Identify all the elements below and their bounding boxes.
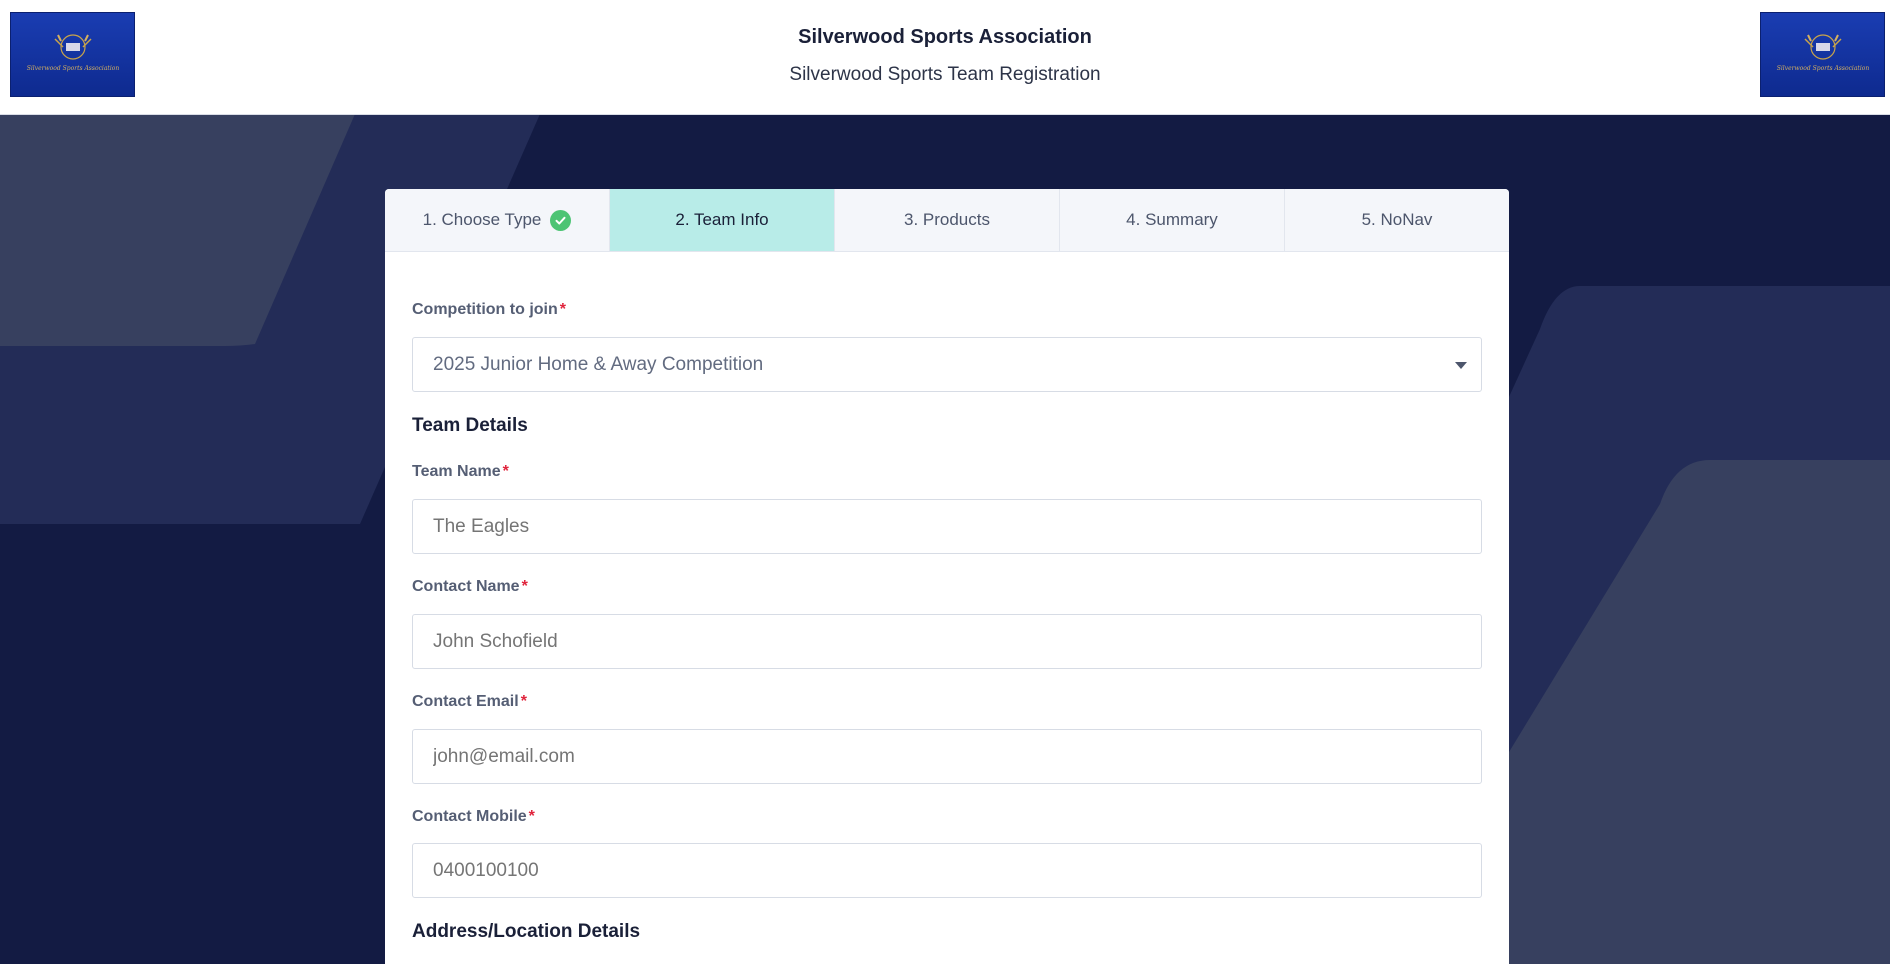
required-marker: * <box>559 301 566 318</box>
required-marker: * <box>528 808 535 825</box>
step-label: 5. NoNav <box>1361 210 1433 229</box>
required-marker: * <box>520 693 527 710</box>
registration-form-card: 1. Choose Type 2. Team Info 3. Products … <box>385 189 1509 964</box>
address-details-heading: Address/Location Details <box>412 921 641 942</box>
organization-name: Silverwood Sports Association <box>798 26 1092 48</box>
step-navigation: 1. Choose Type 2. Team Info 3. Products … <box>385 189 1509 252</box>
association-logo-right[interactable]: Silverwood Sports Association <box>1760 12 1885 97</box>
team-name-input[interactable] <box>412 499 1482 554</box>
contact-email-input[interactable] <box>412 729 1482 784</box>
step-label: 4. Summary <box>1126 210 1218 229</box>
competition-selected-value: 2025 Junior Home & Away Competition <box>433 354 764 375</box>
contact-email-label: Contact Email * <box>412 693 527 711</box>
contact-mobile-label-text: Contact Mobile <box>412 808 527 825</box>
contact-mobile-input[interactable] <box>412 843 1482 898</box>
team-details-heading: Team Details <box>412 415 528 436</box>
step-label: 1. Choose Type <box>422 210 542 229</box>
required-marker: * <box>521 578 528 595</box>
caret-down-icon <box>1455 362 1467 369</box>
step-label: 3. Products <box>904 210 990 229</box>
team-name-label-text: Team Name <box>412 463 501 480</box>
step-nonav[interactable]: 5. NoNav <box>1285 189 1509 251</box>
team-name-label: Team Name * <box>412 463 509 481</box>
contact-email-label-text: Contact Email <box>412 693 519 710</box>
contact-name-label: Contact Name * <box>412 578 528 596</box>
step-team-info[interactable]: 2. Team Info <box>610 189 835 251</box>
step-summary[interactable]: 4. Summary <box>1060 189 1285 251</box>
required-marker: * <box>502 463 509 480</box>
svg-text:Silverwood Sports Association: Silverwood Sports Association <box>1777 65 1870 72</box>
competition-select[interactable]: 2025 Junior Home & Away Competition <box>412 337 1482 392</box>
step-label: 2. Team Info <box>675 210 769 229</box>
step-products[interactable]: 3. Products <box>835 189 1060 251</box>
check-circle-icon <box>550 209 572 231</box>
step-choose-type[interactable]: 1. Choose Type <box>385 189 610 251</box>
logo-emblem-icon: Silverwood Sports Association <box>1777 34 1870 72</box>
competition-label: Competition to join * <box>412 301 566 319</box>
app-header: Silverwood Sports Association Silverwood… <box>0 0 1890 115</box>
contact-name-label-text: Contact Name <box>412 578 520 595</box>
competition-label-text: Competition to join <box>412 301 558 318</box>
contact-mobile-label: Contact Mobile * <box>412 808 535 826</box>
page-subtitle: Silverwood Sports Team Registration <box>789 64 1101 85</box>
contact-name-input[interactable] <box>412 614 1482 669</box>
